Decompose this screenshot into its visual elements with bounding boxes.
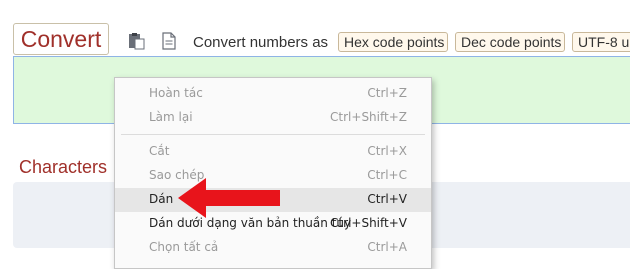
clipboard-icon[interactable] (128, 32, 146, 50)
menu-item-select-all[interactable]: Chọn tất cả Ctrl+A (115, 236, 431, 260)
convert-numbers-label: Convert numbers as (193, 34, 329, 51)
menu-item-shortcut: Ctrl+Shift+V (330, 216, 407, 230)
menu-item-label: Hoàn tác (149, 86, 203, 100)
menu-item-label: Cắt (149, 144, 170, 158)
utf8-button[interactable]: UTF-8 u (572, 32, 630, 52)
red-arrow-icon (176, 176, 282, 224)
context-menu: Hoàn tác Ctrl+Z Làm lại Ctrl+Shift+Z Cắt… (114, 77, 432, 269)
menu-item-shortcut: Ctrl+Shift+Z (330, 110, 407, 124)
hex-code-points-button[interactable]: Hex code points (338, 32, 448, 52)
characters-heading: Characters (19, 157, 108, 177)
menu-item-cut[interactable]: Cắt Ctrl+X (115, 140, 431, 164)
menu-item-shortcut: Ctrl+C (367, 168, 407, 182)
menu-item-redo[interactable]: Làm lại Ctrl+Shift+Z (115, 106, 431, 130)
menu-item-shortcut: Ctrl+Z (367, 86, 407, 100)
menu-item-shortcut: Ctrl+A (367, 240, 407, 254)
convert-button[interactable]: Convert (13, 23, 109, 55)
menu-item-shortcut: Ctrl+X (367, 144, 407, 158)
document-icon[interactable] (160, 32, 178, 50)
menu-item-undo[interactable]: Hoàn tác Ctrl+Z (115, 82, 431, 106)
menu-item-label: Dán (149, 192, 174, 206)
dec-code-points-button[interactable]: Dec code points (455, 32, 565, 52)
menu-separator (121, 134, 425, 135)
menu-item-label: Làm lại (149, 110, 193, 124)
menu-item-shortcut: Ctrl+V (367, 192, 407, 206)
menu-item-label: Chọn tất cả (149, 240, 219, 254)
